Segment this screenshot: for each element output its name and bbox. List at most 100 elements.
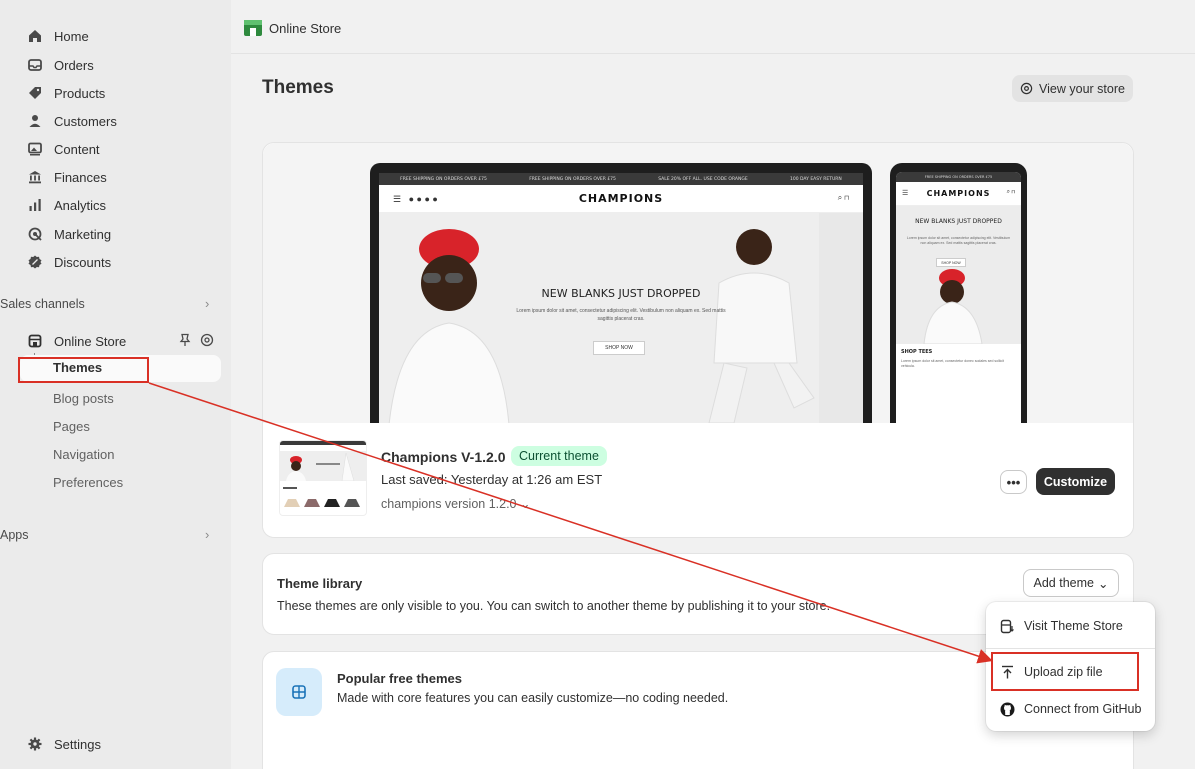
more-actions-button[interactable]: ••• xyxy=(1000,470,1027,494)
sidebar-item-label: Online Store xyxy=(54,333,127,349)
customize-button[interactable]: Customize xyxy=(1036,468,1115,495)
store-brand: CHAMPIONS xyxy=(926,189,991,198)
last-saved-text: Last saved: Yesterday at 1:26 am EST xyxy=(381,472,603,487)
search-cart-icons: ⌕ ⊓ xyxy=(837,193,849,202)
announcement-text: SALE 20% OFF ALL. USE CODE ORANGE xyxy=(658,176,748,182)
announcement-bar: FREE SHIPPING ON ORDERS OVER £75 FREE SH… xyxy=(379,173,863,185)
sidebar-item-products[interactable]: Products xyxy=(28,81,105,105)
theme-grid-icon xyxy=(276,668,322,716)
sidebar-item-discounts[interactable]: Discounts xyxy=(28,250,111,274)
theme-version-dropdown[interactable]: champions version 1.2.0 ⌄ xyxy=(381,496,530,511)
hero-banner: NEW BLANKS JUST DROPPED Lorem ipsum dolo… xyxy=(379,213,863,423)
breadcrumb[interactable]: Online Store xyxy=(269,21,341,36)
sidebar-item-orders[interactable]: Orders xyxy=(28,53,94,77)
popular-themes-title: Popular free themes xyxy=(337,671,462,686)
theme-version: champions version 1.2.0 xyxy=(381,497,517,511)
upload-highlight-box xyxy=(991,652,1139,691)
sidebar-item-label: Orders xyxy=(54,57,94,73)
menu-icon: ☰ ● ● ● ● xyxy=(393,194,438,204)
tag-icon xyxy=(28,86,42,100)
theme-info: Champions V-1.2.0 Current theme Last sav… xyxy=(263,423,1133,537)
store-header: ☰ ● ● ● ● CHAMPIONS ⌕ ⊓ xyxy=(379,185,863,213)
online-store-actions xyxy=(178,333,214,350)
sidebar: Home Orders Products Customers Content F… xyxy=(0,0,231,769)
store-brand: CHAMPIONS xyxy=(578,192,664,205)
page-title: Themes xyxy=(262,77,334,98)
mobile-shop-now-button: SHOP NOW xyxy=(936,258,966,267)
sidebar-item-label: Analytics xyxy=(54,197,107,213)
sidebar-item-home[interactable]: Home xyxy=(28,24,89,48)
sidebar-item-pages[interactable]: Pages xyxy=(53,415,90,437)
chevron-down-icon: ⌄ xyxy=(519,497,531,511)
sidebar-item-preferences[interactable]: Preferences xyxy=(53,471,123,493)
chevron-right-icon[interactable]: › xyxy=(205,527,209,542)
mobile-hero-image xyxy=(923,269,983,344)
mobile-section-title: SHOP TEES xyxy=(901,349,933,355)
menu-divider xyxy=(986,648,1155,649)
add-theme-label: Add theme xyxy=(1033,576,1094,590)
eye-icon[interactable] xyxy=(200,333,214,350)
pin-icon[interactable] xyxy=(178,333,192,350)
hero-subtext: Lorem ipsum dolor sit amet, consectetur … xyxy=(516,308,726,322)
github-icon xyxy=(1000,702,1015,716)
sidebar-item-label: Finances xyxy=(54,169,107,185)
announcement-bar: FREE SHIPPING ON ORDERS OVER £75 xyxy=(896,172,1021,182)
online-store-logo-icon xyxy=(244,20,262,36)
home-icon xyxy=(28,29,42,43)
shop-now-button: SHOP NOW xyxy=(593,341,645,355)
mobile-hero: NEW BLANKS JUST DROPPED Lorem ipsum dolo… xyxy=(896,206,1021,344)
theme-preview: FREE SHIPPING ON ORDERS OVER £75 FREE SH… xyxy=(263,143,1133,423)
sidebar-item-label: Discounts xyxy=(54,254,112,270)
popular-themes-description: Made with core features you can easily c… xyxy=(337,691,729,705)
chevron-down-icon: ⌄ xyxy=(1097,576,1109,591)
chevron-right-icon[interactable]: › xyxy=(205,296,209,311)
current-theme-badge: Current theme xyxy=(511,446,607,466)
theme-library-description: These themes are only visible to you. Yo… xyxy=(277,599,831,613)
announcement-text: FREE SHIPPING ON ORDERS OVER £75 xyxy=(529,176,616,182)
eye-icon xyxy=(1020,82,1033,95)
announcement-text: 100 DAY EASY RETURN xyxy=(790,176,842,182)
theme-store-icon xyxy=(1000,619,1014,633)
add-theme-button[interactable]: Add theme ⌄ xyxy=(1023,569,1119,597)
hero-headline: NEW BLANKS JUST DROPPED xyxy=(541,287,701,300)
sidebar-item-navigation[interactable]: Navigation xyxy=(53,443,114,465)
sidebar-item-analytics[interactable]: Analytics xyxy=(28,193,106,217)
sidebar-item-settings[interactable]: Settings xyxy=(28,732,101,756)
menu-item-visit-theme-store[interactable]: Visit Theme Store xyxy=(994,612,1147,640)
sidebar-item-blog-posts[interactable]: Blog posts xyxy=(53,387,114,409)
target-icon xyxy=(28,227,42,241)
sidebar-item-marketing[interactable]: Marketing xyxy=(28,222,111,246)
view-store-button[interactable]: View your store xyxy=(1012,75,1133,102)
menu-item-connect-github[interactable]: Connect from GitHub xyxy=(994,695,1147,723)
mobile-preview: FREE SHIPPING ON ORDERS OVER £75 ☰ CHAMP… xyxy=(890,163,1027,423)
theme-thumbnail xyxy=(279,440,367,516)
menu-item-label: Visit Theme Store xyxy=(1024,619,1123,633)
sidebar-item-online-store[interactable]: Online Store xyxy=(28,329,126,353)
person-icon xyxy=(28,114,42,128)
themes-highlight-box xyxy=(18,357,149,383)
top-bar: Online Store xyxy=(231,0,1195,54)
menu-icon: ☰ xyxy=(902,190,909,197)
sales-channels-label[interactable]: Sales channels xyxy=(0,297,85,311)
store-header: ☰ CHAMPIONS ⌕ ⊓ xyxy=(896,182,1021,206)
search-cart-icons: ⌕ ⊓ xyxy=(1006,189,1015,195)
sidebar-item-content[interactable]: Content xyxy=(28,137,100,161)
menu-item-label: Connect from GitHub xyxy=(1024,702,1142,716)
thumbnail-image xyxy=(280,441,366,515)
image-icon xyxy=(28,142,42,156)
view-store-label: View your store xyxy=(1039,81,1125,96)
apps-label[interactable]: Apps xyxy=(0,528,29,542)
bar-chart-icon xyxy=(28,198,42,212)
mobile-section-text: Lorem ipsum dolor sit amet, consectetur … xyxy=(901,359,1004,368)
sidebar-item-label: Products xyxy=(54,85,106,101)
sidebar-item-label: Marketing xyxy=(54,226,112,242)
announcement-text: FREE SHIPPING ON ORDERS OVER £75 xyxy=(400,176,487,182)
theme-name: Champions V-1.2.0 xyxy=(381,449,506,465)
store-icon xyxy=(28,334,42,348)
sidebar-item-customers[interactable]: Customers xyxy=(28,109,117,133)
bank-icon xyxy=(28,170,42,184)
desktop-preview: FREE SHIPPING ON ORDERS OVER £75 FREE SH… xyxy=(370,163,872,423)
sidebar-item-label: Content xyxy=(54,141,100,157)
sidebar-item-finances[interactable]: Finances xyxy=(28,165,107,189)
gear-icon xyxy=(28,737,42,751)
